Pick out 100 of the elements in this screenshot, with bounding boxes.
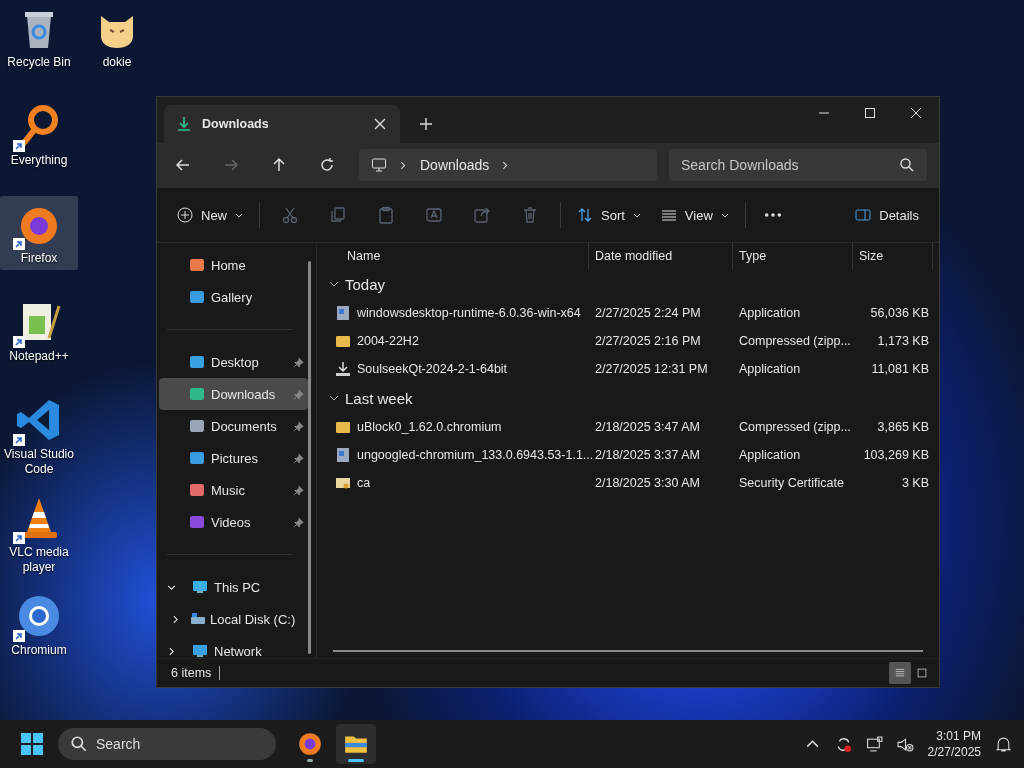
search-field[interactable]: Search Downloads bbox=[669, 149, 927, 181]
chevron-icon[interactable] bbox=[399, 160, 408, 170]
caret-icon bbox=[720, 211, 729, 219]
address-bar[interactable]: Downloads bbox=[359, 149, 657, 181]
group-header[interactable]: Last week bbox=[329, 383, 939, 413]
sidebar-item[interactable]: Music bbox=[159, 474, 308, 506]
trash-icon bbox=[521, 206, 539, 224]
table-cell-text: Application bbox=[738, 306, 802, 320]
disk-icon bbox=[190, 611, 206, 627]
sort-button[interactable]: Sort bbox=[569, 199, 649, 231]
clock-date[interactable]: 2/27/2025 bbox=[927, 744, 981, 760]
sidebar-item[interactable]: Home bbox=[159, 249, 308, 281]
installer-file-icon bbox=[335, 305, 351, 321]
sidebar-item[interactable]: Gallery bbox=[159, 281, 308, 313]
desktop-shortcut[interactable]: Chromium bbox=[0, 588, 78, 662]
table-cell-text: 2/27/2025 2:16 PM bbox=[594, 334, 702, 348]
chevron-right-icon[interactable] bbox=[171, 614, 180, 624]
arrow-icon bbox=[271, 157, 287, 173]
details-pane-icon bbox=[855, 207, 872, 223]
arrow-icon bbox=[223, 157, 239, 173]
chevron-right-icon[interactable] bbox=[167, 646, 176, 656]
chevron-down-icon[interactable] bbox=[167, 582, 176, 592]
table-cell-text: 2/18/2025 3:30 AM bbox=[594, 476, 701, 490]
desktop-shortcut[interactable]: Visual Studio Code bbox=[0, 392, 78, 481]
pin-icon[interactable] bbox=[293, 356, 304, 368]
monitor-icon[interactable] bbox=[865, 735, 883, 753]
table-cell-text: 2/27/2025 2:24 PM bbox=[594, 306, 702, 320]
table-cell-text: 3 KB bbox=[900, 476, 930, 490]
view-button[interactable]: View bbox=[652, 199, 737, 231]
chevron-down-icon[interactable] bbox=[329, 393, 339, 403]
table-cell-text: 56,036 KB bbox=[869, 306, 930, 320]
zip-file-icon bbox=[335, 419, 351, 435]
table-cell-text: 2/18/2025 3:47 AM bbox=[594, 420, 701, 434]
table-cell-text: Application bbox=[738, 448, 802, 462]
caret-icon bbox=[632, 211, 641, 219]
sidebar-item[interactable]: Downloads bbox=[159, 378, 308, 410]
desktop-shortcut[interactable]: Everything bbox=[0, 98, 78, 172]
new-button[interactable]: New bbox=[169, 199, 251, 231]
pin-icon[interactable] bbox=[293, 452, 304, 464]
bell-icon[interactable] bbox=[995, 735, 1012, 753]
table-cell-text: 2/18/2025 3:37 AM bbox=[594, 448, 701, 462]
pin-icon[interactable] bbox=[293, 484, 304, 496]
pin-icon[interactable] bbox=[293, 516, 304, 528]
table-cell-text: 3,865 KB bbox=[876, 420, 930, 434]
column-header[interactable]: Size bbox=[853, 243, 933, 269]
scrollbar[interactable] bbox=[333, 650, 923, 652]
column-header[interactable]: Name bbox=[329, 243, 589, 269]
table-cell[interactable]: SoulseekQt-2024-2-1-64bit bbox=[329, 361, 589, 377]
installer-file-icon bbox=[335, 447, 351, 463]
folder-taskbar-button[interactable] bbox=[336, 724, 376, 764]
close-icon[interactable] bbox=[372, 116, 388, 132]
table-cell[interactable]: 2004-22H2 bbox=[329, 333, 589, 349]
tree-item[interactable]: This PC bbox=[159, 571, 306, 603]
column-header[interactable]: Date modified bbox=[589, 243, 733, 269]
desktop-shortcut[interactable]: dokie bbox=[78, 0, 156, 74]
desktop-shortcut[interactable]: Recycle Bin bbox=[0, 0, 78, 74]
table-cell-text: 2/27/2025 12:31 PM bbox=[594, 362, 709, 376]
search-icon bbox=[899, 157, 915, 173]
square-icon bbox=[917, 666, 927, 680]
desktop-shortcut[interactable]: Firefox bbox=[0, 196, 78, 270]
desktop-shortcut[interactable]: VLC media player bbox=[0, 490, 78, 579]
plus-circle-icon bbox=[177, 207, 193, 223]
tree-item[interactable]: Local Disk (C:) bbox=[159, 603, 306, 635]
clock-time[interactable]: 3:01 PM bbox=[936, 728, 981, 744]
sidebar-item[interactable]: Documents bbox=[159, 410, 308, 442]
scrollbar[interactable] bbox=[308, 261, 311, 654]
clipboard-icon bbox=[377, 206, 395, 224]
chevron-down-icon[interactable] bbox=[329, 279, 339, 289]
group-header[interactable]: Today bbox=[329, 269, 939, 299]
setup-file-icon bbox=[335, 361, 351, 377]
tab-title: Downloads bbox=[202, 117, 270, 131]
table-cell[interactable]: windowsdesktop-runtime-6.0.36-win-x64 bbox=[329, 305, 589, 321]
column-header[interactable]: Type bbox=[733, 243, 853, 269]
add-tab-icon[interactable] bbox=[418, 116, 434, 132]
chevron-icon[interactable] bbox=[501, 160, 511, 170]
sidebar-item[interactable]: Desktop bbox=[159, 346, 308, 378]
table-cell-text: Security Certificate bbox=[738, 476, 845, 490]
rename-icon bbox=[425, 206, 443, 224]
volume-muted-icon[interactable] bbox=[896, 735, 914, 753]
details-button[interactable]: Details bbox=[847, 199, 927, 231]
pin-icon[interactable] bbox=[293, 420, 304, 432]
sidebar-item[interactable]: Videos bbox=[159, 506, 308, 538]
sidebar-item[interactable]: Pictures bbox=[159, 442, 308, 474]
breadcrumb[interactable]: Downloads bbox=[420, 157, 490, 173]
taskbar-search-field[interactable]: Search bbox=[58, 728, 276, 760]
search-icon bbox=[70, 735, 88, 753]
window-tab[interactable]: Downloads bbox=[164, 105, 400, 143]
monitor-icon bbox=[371, 157, 387, 173]
item-count: 6 items bbox=[171, 666, 221, 680]
details-view-button[interactable] bbox=[889, 662, 911, 684]
close-icon bbox=[910, 107, 922, 119]
fox-globe-icon bbox=[297, 731, 323, 757]
table-cell[interactable]: ca bbox=[329, 475, 589, 491]
pin-icon[interactable] bbox=[293, 388, 304, 400]
table-cell[interactable]: uBlock0_1.62.0.chromium bbox=[329, 419, 589, 435]
table-cell-text: 103,269 KB bbox=[862, 448, 930, 462]
more-options-icon[interactable] bbox=[763, 212, 782, 218]
tree-item[interactable]: Network bbox=[159, 635, 306, 667]
refresh-icon bbox=[319, 157, 335, 173]
desktop-shortcut[interactable]: Notepad++ bbox=[0, 294, 78, 368]
